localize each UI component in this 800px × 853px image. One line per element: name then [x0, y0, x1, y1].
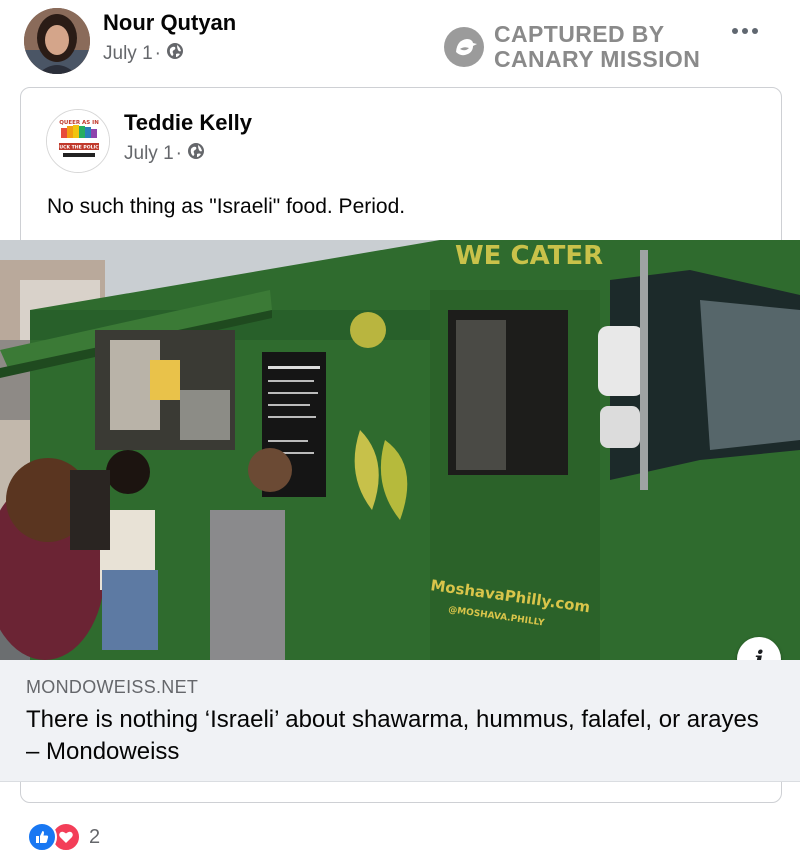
dot-icon	[732, 28, 738, 34]
shared-author-name[interactable]: Teddie Kelly	[124, 110, 252, 136]
more-options-button[interactable]	[732, 28, 758, 34]
shared-post-date[interactable]: July 1	[124, 143, 174, 165]
author-avatar[interactable]	[24, 8, 90, 74]
link-domain: MONDOWEISS.NET	[26, 677, 199, 697]
globe-icon	[184, 142, 205, 166]
shared-post-meta: July 1 ·	[124, 142, 205, 166]
meta-separator: ·	[154, 43, 161, 64]
meta-separator: ·	[175, 143, 182, 164]
capture-line-2: CANARY MISSION	[494, 46, 701, 72]
reactions-summary[interactable]: 2	[27, 822, 100, 852]
post-date[interactable]: July 1	[103, 43, 153, 65]
author-name[interactable]: Nour Qutyan	[103, 10, 236, 36]
truck-sign-text: WE CATER	[455, 241, 603, 271]
avatar-text-top: QUEER AS IN	[59, 120, 99, 126]
reaction-count: 2	[89, 825, 101, 848]
post-meta: July 1 ·	[103, 42, 184, 66]
canary-mission-logo-icon	[444, 27, 484, 67]
captured-by-badge: CAPTURED BY CANARY MISSION	[443, 22, 700, 72]
shared-post-text: No such thing as "Israeli" food. Period.	[47, 195, 406, 218]
dot-icon	[742, 28, 748, 34]
shared-author-avatar[interactable]: QUEER AS IN FUCK THE POLICE	[46, 109, 110, 173]
capture-line-1: CAPTURED BY	[494, 21, 665, 47]
link-preview-image[interactable]: WE CATER MoshavaPhilly.com @MOSHAVA.PHIL…	[0, 240, 800, 660]
like-reaction-icon	[27, 822, 57, 852]
globe-icon	[163, 42, 184, 66]
avatar-text-bottom: FUCK THE POLICE	[56, 145, 102, 151]
link-title[interactable]: There is nothing ‘Israeli’ about shawarm…	[26, 704, 766, 768]
dot-icon	[752, 28, 758, 34]
